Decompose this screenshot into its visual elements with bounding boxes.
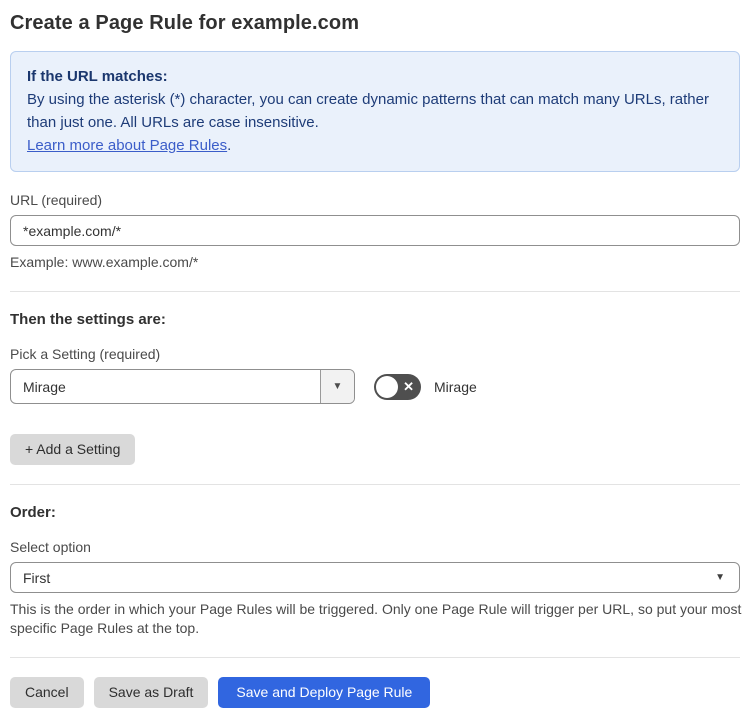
save-as-draft-button[interactable]: Save as Draft (93, 677, 209, 708)
url-input[interactable] (10, 215, 740, 246)
settings-section-heading: Then the settings are: (10, 311, 166, 328)
toggle-knob (376, 375, 398, 398)
chevron-down-icon: ▼ (332, 381, 343, 392)
learn-more-link[interactable]: Learn more about Page Rules (27, 137, 227, 154)
info-box-body: By using the asterisk (*) character, you… (27, 91, 709, 131)
order-helper-text: This is the order in which your Page Rul… (10, 601, 742, 636)
divider (10, 291, 740, 292)
url-field-label: URL (required) (10, 192, 103, 208)
page-rule-form: Create a Page Rule for example.com If th… (0, 0, 750, 708)
save-and-deploy-button[interactable]: Save and Deploy Page Rule (218, 677, 431, 708)
pick-setting-arrow-button[interactable]: ▼ (320, 370, 354, 403)
pick-setting-value: Mirage (23, 378, 66, 395)
info-box-link-line: Learn more about Page Rules. (27, 134, 723, 157)
url-match-info-box: If the URL matches: By using the asteris… (10, 51, 740, 172)
order-select-label: Select option (10, 539, 91, 555)
footer-button-row: Cancel Save as Draft Save and Deploy Pag… (10, 677, 740, 708)
divider (10, 657, 740, 658)
mirage-toggle[interactable]: ✕ (374, 373, 421, 400)
url-field-helper: Example: www.example.com/* (10, 254, 199, 270)
link-period: . (227, 137, 232, 154)
order-dropdown[interactable]: First ▼ (10, 562, 740, 593)
pick-setting-dropdown[interactable]: Mirage ▼ (10, 369, 355, 404)
toggle-off-x-icon: ✕ (403, 378, 414, 394)
toggle-setting-name: Mirage (434, 378, 477, 395)
order-section-heading: Order: (10, 504, 56, 521)
page-title: Create a Page Rule for example.com (10, 12, 360, 34)
add-setting-button[interactable]: + Add a Setting (10, 434, 136, 465)
cancel-button[interactable]: Cancel (10, 677, 84, 708)
divider (10, 484, 740, 485)
pick-setting-label: Pick a Setting (required) (10, 346, 161, 362)
chevron-down-icon: ▼ (715, 572, 725, 583)
setting-row: Mirage ▼ ✕ Mirage (10, 369, 740, 404)
info-box-heading: If the URL matches: (27, 68, 168, 85)
order-dropdown-value: First (23, 569, 51, 586)
